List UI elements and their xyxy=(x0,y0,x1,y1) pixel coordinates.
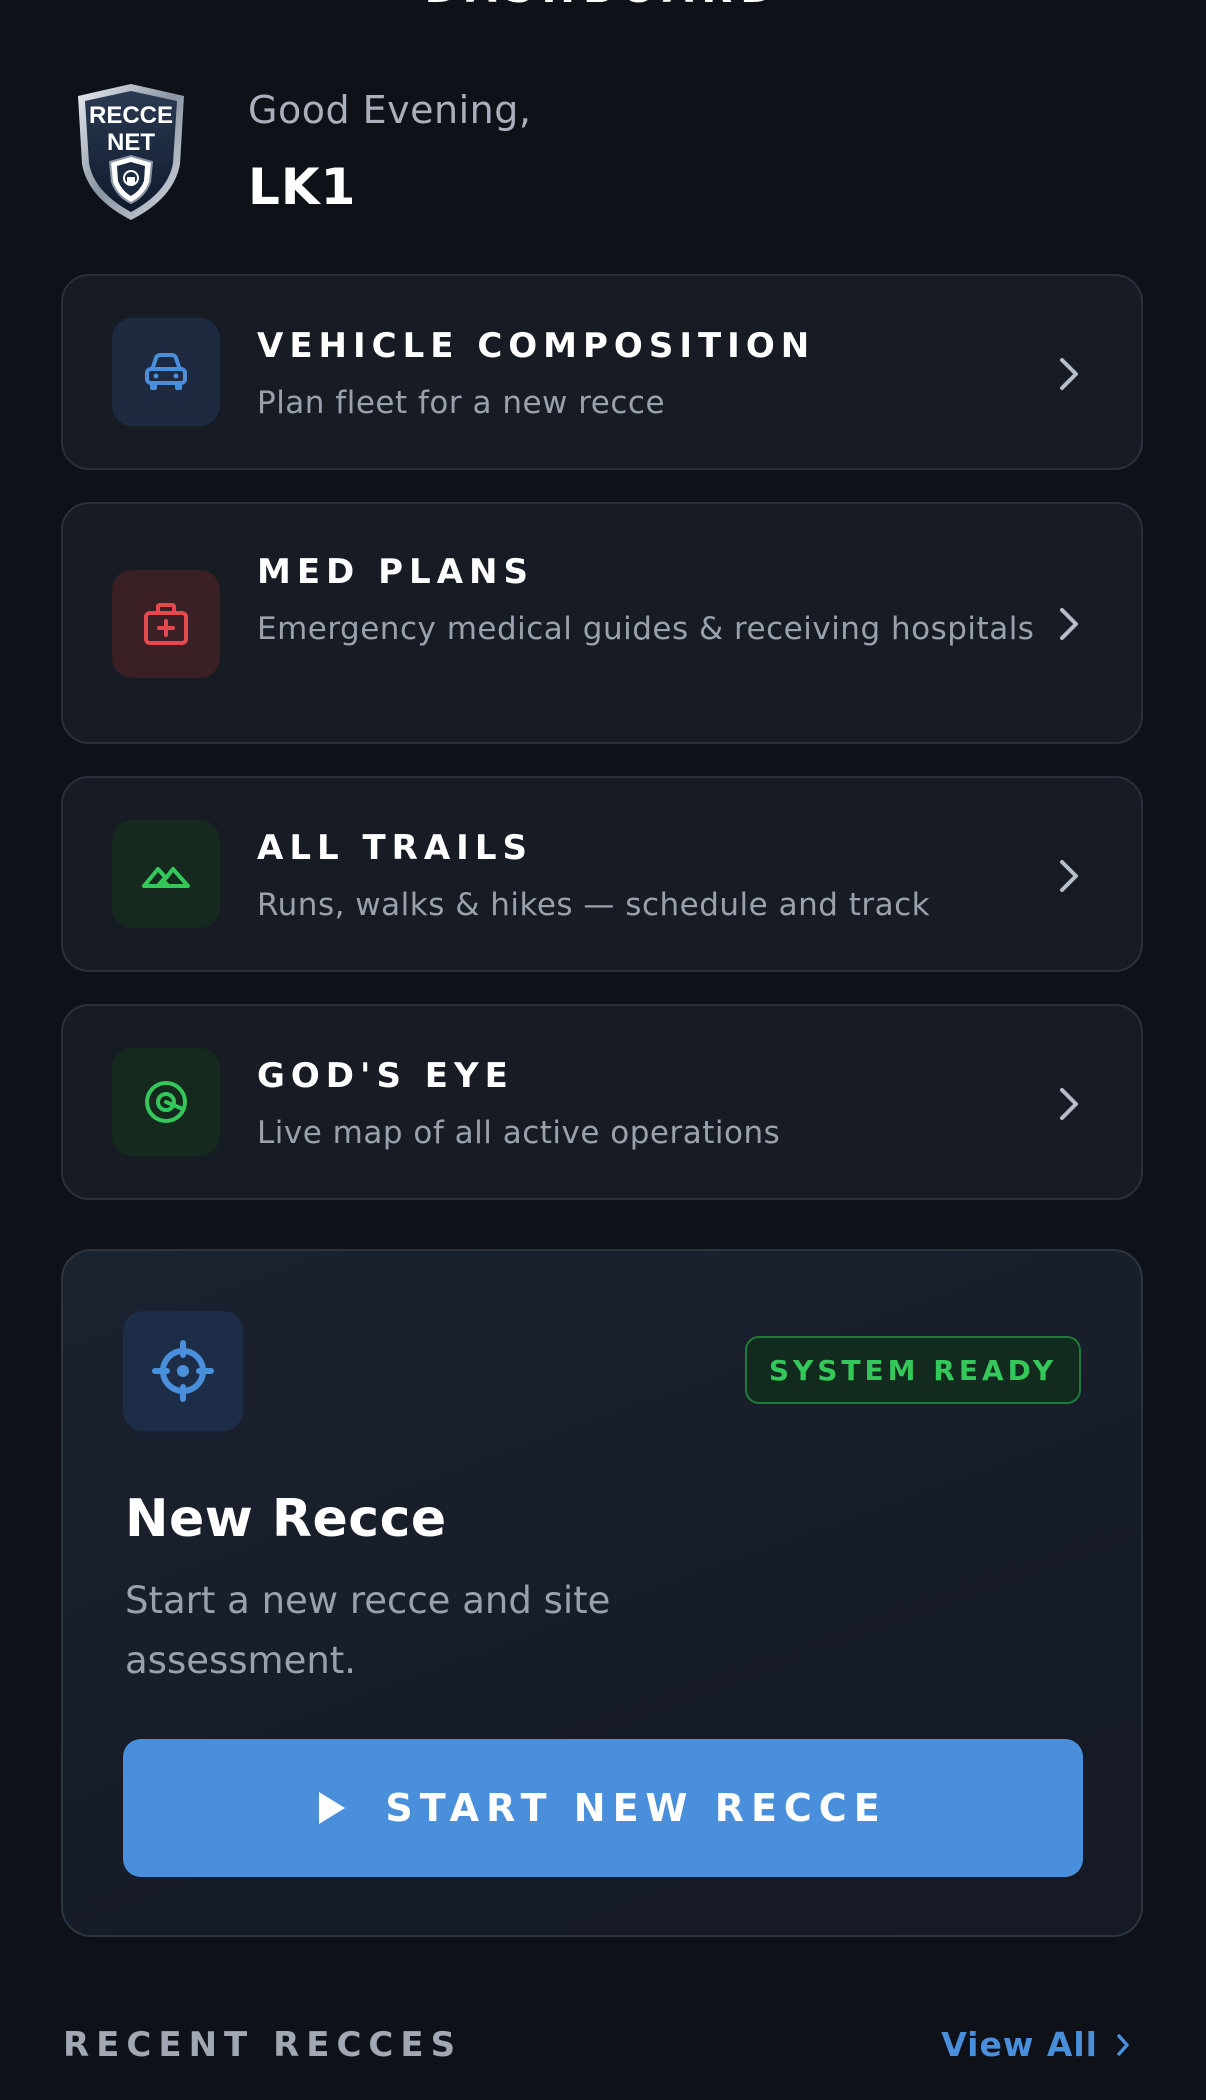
card-subtitle: Plan fleet for a new recce xyxy=(257,385,666,421)
logo-text-top: RECCE xyxy=(89,102,173,129)
card-subtitle: Live map of all active operations xyxy=(257,1115,781,1151)
chevron-right-icon xyxy=(1060,1088,1078,1120)
new-recce-panel: SYSTEM READY New Recce Start a new recce… xyxy=(61,1249,1143,1937)
greeting-text: Good Evening, xyxy=(248,88,532,132)
card-title: MED PLANS xyxy=(257,552,534,592)
chevron-right-icon xyxy=(1060,860,1078,892)
card-title: VEHICLE COMPOSITION xyxy=(257,326,816,366)
gods-eye-card[interactable]: GOD'S EYE Live map of all active operati… xyxy=(61,1004,1143,1200)
card-title: GOD'S EYE xyxy=(257,1056,514,1096)
play-icon xyxy=(319,1792,346,1824)
new-recce-title: New Recce xyxy=(125,1489,447,1549)
mountain-icon xyxy=(112,820,220,928)
vehicle-composition-card[interactable]: VEHICLE COMPOSITION Plan fleet for a new… xyxy=(61,274,1143,470)
card-subtitle: Runs, walks & hikes — schedule and track xyxy=(257,887,931,923)
start-new-recce-label: START NEW RECCE xyxy=(385,1786,887,1830)
medical-kit-icon xyxy=(112,570,220,678)
car-icon xyxy=(112,318,220,426)
chevron-right-icon xyxy=(1060,358,1078,390)
status-badge: SYSTEM READY xyxy=(745,1336,1081,1404)
page-title: DASHBOARD xyxy=(0,0,1206,12)
radar-target-icon xyxy=(112,1048,220,1156)
view-all-link[interactable]: View All xyxy=(941,2025,1130,2064)
recent-recces-heading: RECENT RECCES xyxy=(63,2025,463,2065)
start-new-recce-button[interactable]: START NEW RECCE xyxy=(123,1739,1083,1877)
chevron-right-icon xyxy=(1117,2033,1129,2056)
med-plans-card[interactable]: MED PLANS Emergency medical guides & rec… xyxy=(61,502,1143,744)
top-bar: DASHBOARD xyxy=(0,0,1206,20)
view-all-label: View All xyxy=(941,2025,1098,2064)
chevron-right-icon xyxy=(1060,608,1078,640)
recce-net-logo: RECCE NET xyxy=(70,82,192,222)
username: LK1 xyxy=(248,158,357,216)
logo-text-bottom: NET xyxy=(107,129,155,156)
new-recce-description: Start a new recce and site assessment. xyxy=(125,1579,611,1682)
dashboard-screen: DASHBOARD RECCE NET xyxy=(0,0,1206,2100)
card-title: ALL TRAILS xyxy=(257,828,533,868)
all-trails-card[interactable]: ALL TRAILS Runs, walks & hikes — schedul… xyxy=(61,776,1143,972)
card-subtitle: Emergency medical guides & receiving hos… xyxy=(257,611,1035,647)
crosshair-icon xyxy=(123,1311,243,1431)
